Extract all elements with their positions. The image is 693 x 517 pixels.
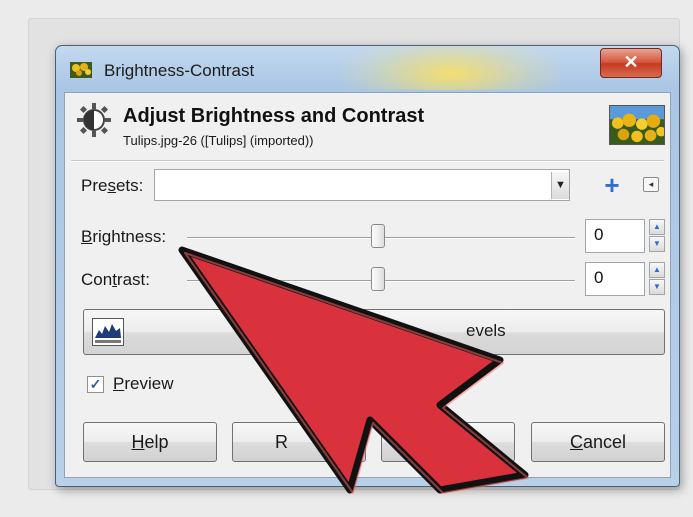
close-button[interactable]: ✕: [600, 48, 662, 78]
dialog-heading: Adjust Brightness and Contrast: [123, 105, 425, 127]
image-name: Tulips.jpg-26 ([Tulips] (imported)): [123, 133, 314, 148]
add-preset-icon[interactable]: +: [601, 172, 623, 198]
brightness-spin-buttons[interactable]: ▲ ▼: [649, 219, 665, 253]
header-separator: [71, 160, 664, 162]
dialog-body: Adjust Brightness and Contrast Tulips.jp…: [64, 92, 671, 478]
contrast-decrement-icon[interactable]: ▼: [649, 279, 665, 295]
brightness-label: Brightness:: [81, 227, 167, 246]
brightness-contrast-icon: [77, 103, 111, 137]
close-icon: ✕: [623, 52, 639, 72]
reset-button[interactable]: R: [232, 422, 366, 462]
window-title: Brightness-Contrast: [104, 61, 255, 80]
image-thumbnail: [609, 105, 665, 145]
brightness-decrement-icon[interactable]: ▼: [649, 236, 665, 252]
presets-label: Presets:: [81, 176, 144, 195]
brightness-input[interactable]: 0: [585, 219, 645, 253]
brightness-contrast-dialog: Brightness-Contrast ✕ Adjust Brightness …: [55, 45, 680, 487]
contrast-spin-buttons[interactable]: ▲ ▼: [649, 262, 665, 296]
brightness-increment-icon[interactable]: ▲: [649, 219, 665, 235]
edit-as-levels-button[interactable]: evels: [83, 309, 665, 355]
brightness-slider-handle[interactable]: [371, 224, 385, 248]
contrast-input[interactable]: 0: [585, 262, 645, 296]
contrast-label: Contrast:: [81, 270, 150, 289]
chevron-down-icon[interactable]: ▼: [551, 172, 569, 199]
help-button[interactable]: Help: [83, 422, 217, 462]
contrast-increment-icon[interactable]: ▲: [649, 262, 665, 278]
presets-menu-icon[interactable]: ◂: [643, 177, 659, 192]
title-bar[interactable]: Brightness-Contrast ✕: [56, 46, 679, 92]
cancel-button[interactable]: Cancel: [531, 422, 665, 462]
presets-combobox[interactable]: [154, 169, 570, 201]
dialog-header: Adjust Brightness and Contrast Tulips.jp…: [65, 93, 670, 151]
ok-button[interactable]: [381, 422, 515, 462]
gimp-tulips-icon: [70, 62, 92, 78]
levels-histogram-icon: [92, 318, 124, 346]
preview-checkbox[interactable]: ✓: [87, 376, 104, 393]
title-bar-glow: [341, 46, 561, 90]
preview-label[interactable]: Preview: [113, 374, 173, 394]
contrast-slider-handle[interactable]: [371, 267, 385, 291]
edit-as-levels-label: evels: [466, 321, 506, 340]
